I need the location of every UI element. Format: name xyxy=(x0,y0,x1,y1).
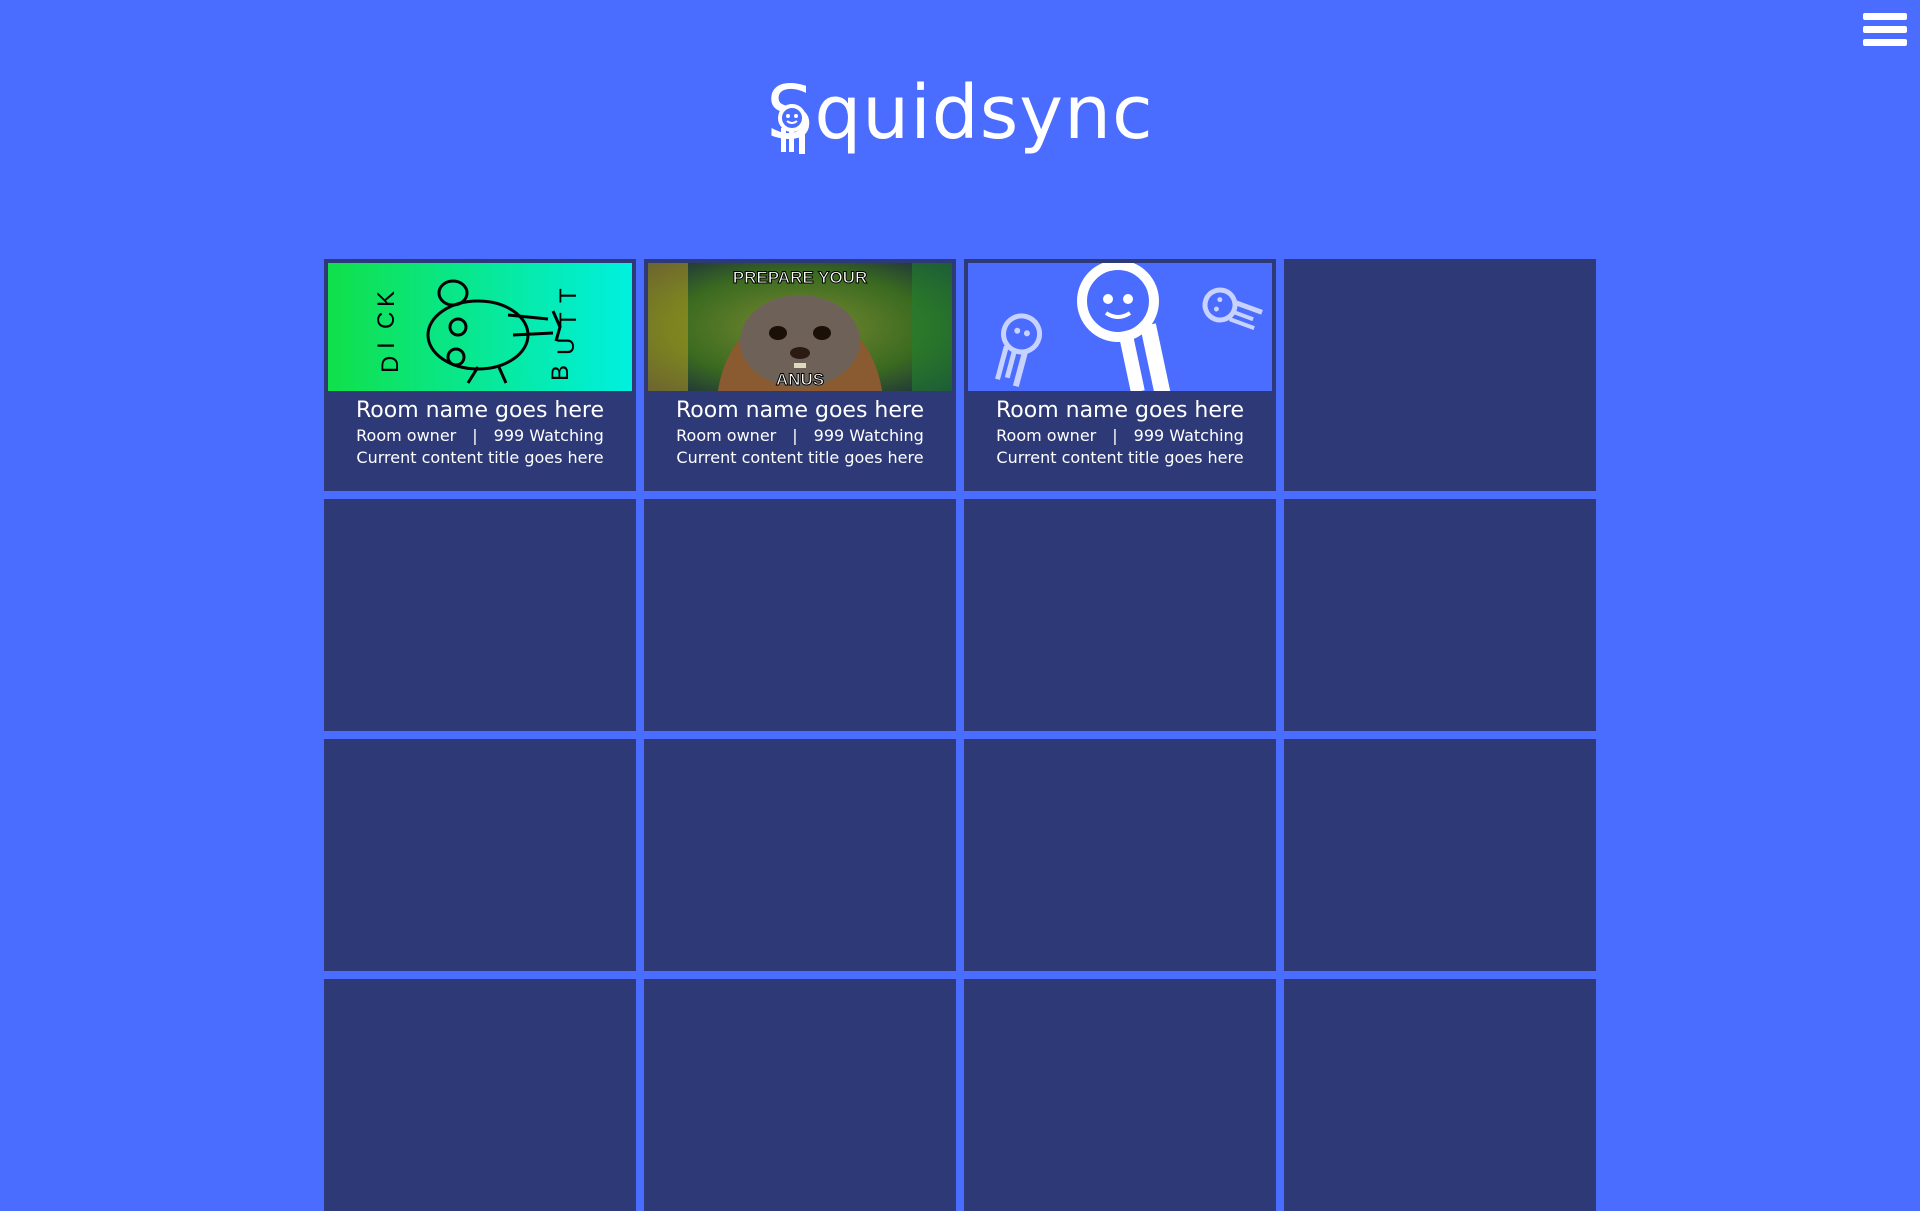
empty-room-slot xyxy=(1284,979,1596,1211)
squid-mascot-icon xyxy=(968,263,1272,391)
logo-title: Squidsync xyxy=(766,70,1154,156)
site-logo[interactable]: Squidsync xyxy=(0,68,1920,158)
meta-separator: | xyxy=(1112,426,1118,445)
room-meta: Room owner | 999 Watching xyxy=(644,425,956,447)
watching-count: 999 Watching xyxy=(1133,426,1244,445)
menu-bar xyxy=(1863,26,1907,33)
thumbnail-caption: ANUS xyxy=(776,370,824,389)
room-info: Room name goes here Room owner | 999 Watch… xyxy=(324,397,636,469)
room-card[interactable]: Room name goes here Room owner | 999 Watch… xyxy=(964,259,1276,491)
watching-count: 999 Watching xyxy=(493,426,604,445)
empty-room-slot xyxy=(324,499,636,731)
room-thumbnail: PREPARE YOUR ANUS xyxy=(648,263,952,391)
room-name: Room name goes here xyxy=(355,398,604,423)
empty-room-slot xyxy=(644,739,956,971)
current-content-title: Current content title goes here xyxy=(676,448,924,467)
thumbnail-letter: C xyxy=(373,312,400,329)
room-name: Room name goes here xyxy=(675,398,924,423)
meta-separator: | xyxy=(472,426,478,445)
thumbnail-letter: T xyxy=(555,312,582,327)
hamburger-menu-icon[interactable] xyxy=(1863,13,1907,49)
thumbnail-caption: PREPARE YOUR xyxy=(733,268,867,287)
room-grid: D I C K B U T T Room name goes here Room… xyxy=(324,259,1604,1211)
empty-room-slot xyxy=(1284,499,1596,731)
room-card[interactable]: PREPARE YOUR ANUS Room name goes here Ro… xyxy=(644,259,956,491)
logo-text: Squidsync xyxy=(766,68,1153,158)
meta-separator: | xyxy=(792,426,798,445)
empty-room-slot xyxy=(644,499,956,731)
empty-room-slot xyxy=(324,979,636,1211)
current-content-title: Current content title goes here xyxy=(356,448,604,467)
room-name: Room name goes here xyxy=(995,398,1244,423)
room-owner: Room owner xyxy=(996,426,1097,445)
room-meta: Room owner | 999 Watching xyxy=(964,425,1276,447)
empty-room-slot xyxy=(964,499,1276,731)
thumbnail-letter: D xyxy=(377,356,404,373)
menu-bar xyxy=(1863,39,1907,46)
empty-room-slot xyxy=(644,979,956,1211)
empty-room-slot xyxy=(964,739,1276,971)
empty-room-slot xyxy=(964,979,1276,1211)
room-owner: Room owner xyxy=(676,426,777,445)
thumbnail-letter: I xyxy=(373,342,400,349)
thumbnail-letter: B xyxy=(547,365,574,381)
menu-bar xyxy=(1863,13,1907,20)
room-thumbnail: D I C K B U T T xyxy=(328,263,632,391)
thumbnail-letter: U xyxy=(553,338,580,355)
empty-room-slot xyxy=(324,739,636,971)
empty-room-slot xyxy=(1284,739,1596,971)
room-info: Room name goes here Room owner | 999 Watch… xyxy=(644,397,956,469)
room-owner: Room owner xyxy=(356,426,457,445)
room-thumbnail xyxy=(968,263,1272,391)
thumbnail-letter: K xyxy=(373,291,400,307)
thumbnail-letter: T xyxy=(555,288,582,303)
room-meta: Room owner | 999 Watching xyxy=(324,425,636,447)
empty-room-slot xyxy=(1284,259,1596,491)
room-card[interactable]: D I C K B U T T Room name goes here Room… xyxy=(324,259,636,491)
watching-count: 999 Watching xyxy=(813,426,924,445)
room-info: Room name goes here Room owner | 999 Watch… xyxy=(964,397,1276,469)
current-content-title: Current content title goes here xyxy=(996,448,1244,467)
squid-mascot-icon xyxy=(778,104,807,154)
